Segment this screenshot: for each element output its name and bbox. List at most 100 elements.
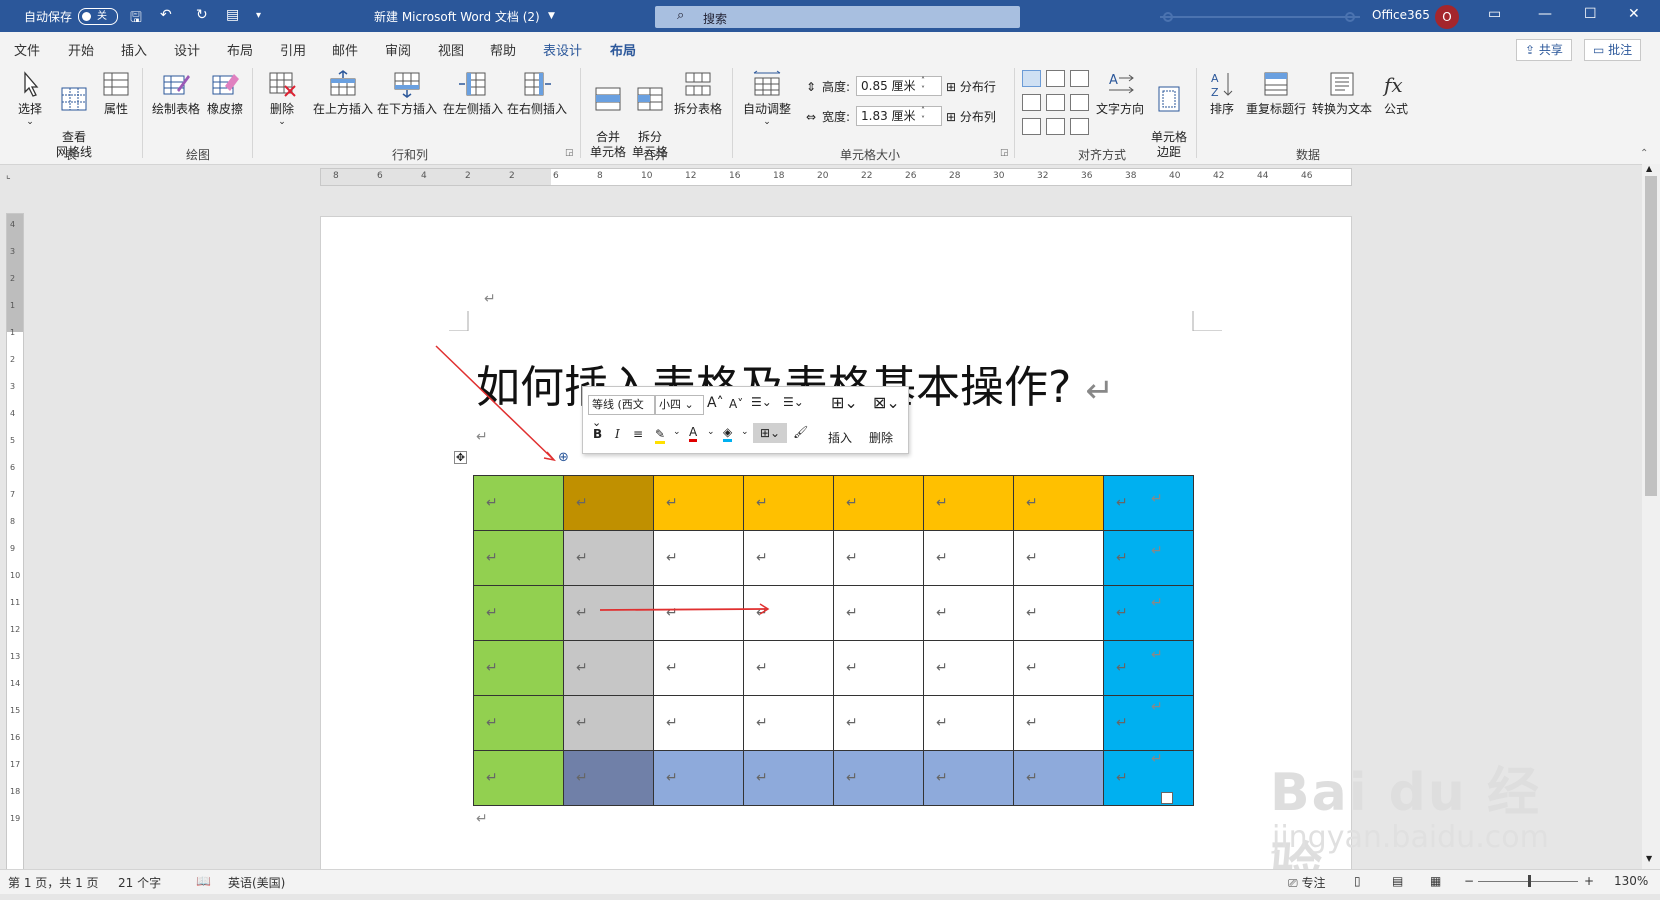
width-input[interactable]: 1.83 厘米: [856, 106, 942, 126]
zoom-in-icon[interactable]: +: [1584, 874, 1594, 888]
tab-view[interactable]: 视图: [438, 40, 464, 59]
table-cell[interactable]: ↵: [563, 475, 654, 531]
align-middle-center-button[interactable]: [1046, 94, 1065, 111]
table-cell[interactable]: ↵: [473, 750, 564, 806]
read-mode-icon[interactable]: ▯: [1354, 874, 1361, 888]
table-cell[interactable]: ↵: [1103, 750, 1194, 806]
tab-references[interactable]: 引用: [280, 40, 306, 59]
table-cell[interactable]: ↵: [653, 530, 744, 586]
table-cell[interactable]: ↵: [563, 695, 654, 751]
document-page[interactable]: ↵ 如何插入表格及表格基本操作? ↵ ↵ ✥ ⊕ ↵↵↵↵↵↵↵↵↵↵↵↵↵↵↵…: [320, 216, 1352, 878]
height-spinner-icon[interactable]: ˄ ˅: [921, 76, 925, 94]
tab-table-design[interactable]: 表设计: [543, 40, 582, 59]
align-top-left-button[interactable]: [1022, 70, 1041, 87]
touch-mode-icon[interactable]: ▤: [226, 7, 239, 23]
scrollbar-thumb[interactable]: [1645, 176, 1657, 496]
table-cell[interactable]: ↵: [743, 585, 834, 641]
ribbon-display-icon[interactable]: ▭: [1488, 6, 1501, 22]
format-painter-icon[interactable]: 🖌: [793, 425, 808, 439]
avatar[interactable]: O: [1435, 5, 1459, 29]
align-bottom-left-button[interactable]: [1022, 118, 1041, 135]
table-cell[interactable]: ↵: [833, 475, 924, 531]
tab-help[interactable]: 帮助: [490, 40, 516, 59]
convert-to-text-button[interactable]: 转换为文本: [1310, 70, 1374, 117]
table-cell[interactable]: ↵: [1013, 695, 1104, 751]
font-name-dropdown[interactable]: 等线 (西文 ⌄: [588, 395, 655, 429]
document-title[interactable]: 新建 Microsoft Word 文档 (2): [374, 8, 540, 25]
insert-left-button[interactable]: 在左侧插入: [442, 70, 504, 117]
table-cell[interactable]: ↵: [563, 530, 654, 586]
maximize-icon[interactable]: ☐: [1584, 6, 1597, 22]
search-box[interactable]: ⌕ 搜索: [655, 6, 1020, 28]
table-cell[interactable]: ↵: [833, 695, 924, 751]
tab-selector-icon[interactable]: ⌞: [6, 170, 11, 181]
table-cell[interactable]: ↵: [473, 585, 564, 641]
undo-icon[interactable]: ↶: [160, 7, 172, 23]
close-icon[interactable]: ✕: [1628, 6, 1640, 22]
borders-icon[interactable]: ⊞⌄: [753, 423, 787, 443]
insert-label[interactable]: 插入: [828, 429, 852, 446]
table-cell[interactable]: ↵: [833, 640, 924, 696]
cell-margins-button[interactable]: 单元格 边距: [1148, 70, 1190, 160]
insert-below-button[interactable]: 在下方插入: [376, 70, 438, 117]
grow-font-icon[interactable]: A˄: [707, 395, 724, 411]
table-cell[interactable]: ↵: [1103, 695, 1194, 751]
table-cell[interactable]: ↵: [923, 750, 1014, 806]
table-cell[interactable]: ↵: [743, 695, 834, 751]
autosave-toggle[interactable]: 关: [78, 8, 118, 25]
align-top-center-button[interactable]: [1046, 70, 1065, 87]
language[interactable]: 英语(美国): [228, 874, 285, 891]
table-cell[interactable]: ↵: [653, 750, 744, 806]
horizontal-ruler[interactable]: 8 6 4 2 2 6 8 10 12 16 18 20 22 26 28 30 32 36 38 40 42 44 46: [320, 168, 1352, 186]
table-cell[interactable]: ↵: [563, 750, 654, 806]
table-move-handle-icon[interactable]: ✥: [454, 451, 467, 464]
redo-icon[interactable]: ↻: [196, 7, 208, 23]
table-resize-handle[interactable]: [1161, 792, 1173, 804]
table-cell[interactable]: ↵: [743, 475, 834, 531]
delete-table-icon[interactable]: ⊠⌄: [873, 393, 900, 412]
align-middle-right-button[interactable]: [1070, 94, 1089, 111]
align-top-right-button[interactable]: [1070, 70, 1089, 87]
center-align-icon[interactable]: ≡: [633, 427, 643, 441]
customize-qat-icon[interactable]: ▾: [256, 10, 261, 21]
shading-icon[interactable]: ◈: [723, 425, 733, 442]
table-cell[interactable]: ↵: [1013, 475, 1104, 531]
table-cell[interactable]: ↵: [1013, 530, 1104, 586]
table-cell[interactable]: ↵: [563, 640, 654, 696]
web-layout-icon[interactable]: ▦: [1430, 874, 1441, 888]
properties-button[interactable]: 属性: [98, 70, 134, 117]
collapse-ribbon-icon[interactable]: ⌃: [1640, 148, 1648, 159]
zoom-slider-thumb[interactable]: [1528, 875, 1531, 887]
table-cell[interactable]: ↵: [1103, 475, 1194, 531]
table-cell[interactable]: ↵: [1013, 750, 1104, 806]
align-bottom-right-button[interactable]: [1070, 118, 1089, 135]
rows-columns-launcher-icon[interactable]: ◲: [565, 148, 574, 158]
tab-file[interactable]: 文件: [14, 40, 40, 59]
eraser-button[interactable]: 橡皮擦: [204, 70, 246, 117]
text-direction-button[interactable]: A 文字方向: [1094, 70, 1146, 117]
comments-button[interactable]: ▭ 批注: [1584, 39, 1642, 61]
table-cell[interactable]: ↵: [563, 585, 654, 641]
table-cell[interactable]: ↵: [923, 475, 1014, 531]
distribute-rows-button[interactable]: ⊞ 分布行: [946, 78, 996, 95]
tab-table-layout[interactable]: 布局: [610, 40, 637, 67]
table-cell[interactable]: ↵: [743, 750, 834, 806]
autofit-button[interactable]: 自动调整 ⌄: [740, 70, 794, 127]
table-cell[interactable]: ↵: [653, 475, 744, 531]
height-input[interactable]: 0.85 厘米: [856, 76, 942, 96]
table-cell[interactable]: ↵: [473, 695, 564, 751]
save-icon[interactable]: 🖫: [130, 7, 142, 31]
split-table-button[interactable]: 拆分表格: [672, 70, 724, 117]
select-button[interactable]: 选择 ⌄: [12, 70, 48, 127]
title-dropdown-icon[interactable]: ▼: [548, 11, 555, 21]
focus-button[interactable]: ⎚ 专注: [1288, 874, 1325, 891]
repeat-header-rows-button[interactable]: 重复标题行: [1244, 70, 1308, 117]
table-cell[interactable]: ↵: [923, 585, 1014, 641]
font-color-dropdown-icon[interactable]: ⌄: [707, 427, 715, 437]
table-cell[interactable]: ↵: [1103, 530, 1194, 586]
table-cell[interactable]: ↵: [833, 530, 924, 586]
font-color-icon[interactable]: A: [689, 425, 698, 442]
shrink-font-icon[interactable]: A˅: [729, 397, 743, 411]
table-cell[interactable]: ↵: [1013, 640, 1104, 696]
tab-insert[interactable]: 插入: [121, 40, 147, 59]
